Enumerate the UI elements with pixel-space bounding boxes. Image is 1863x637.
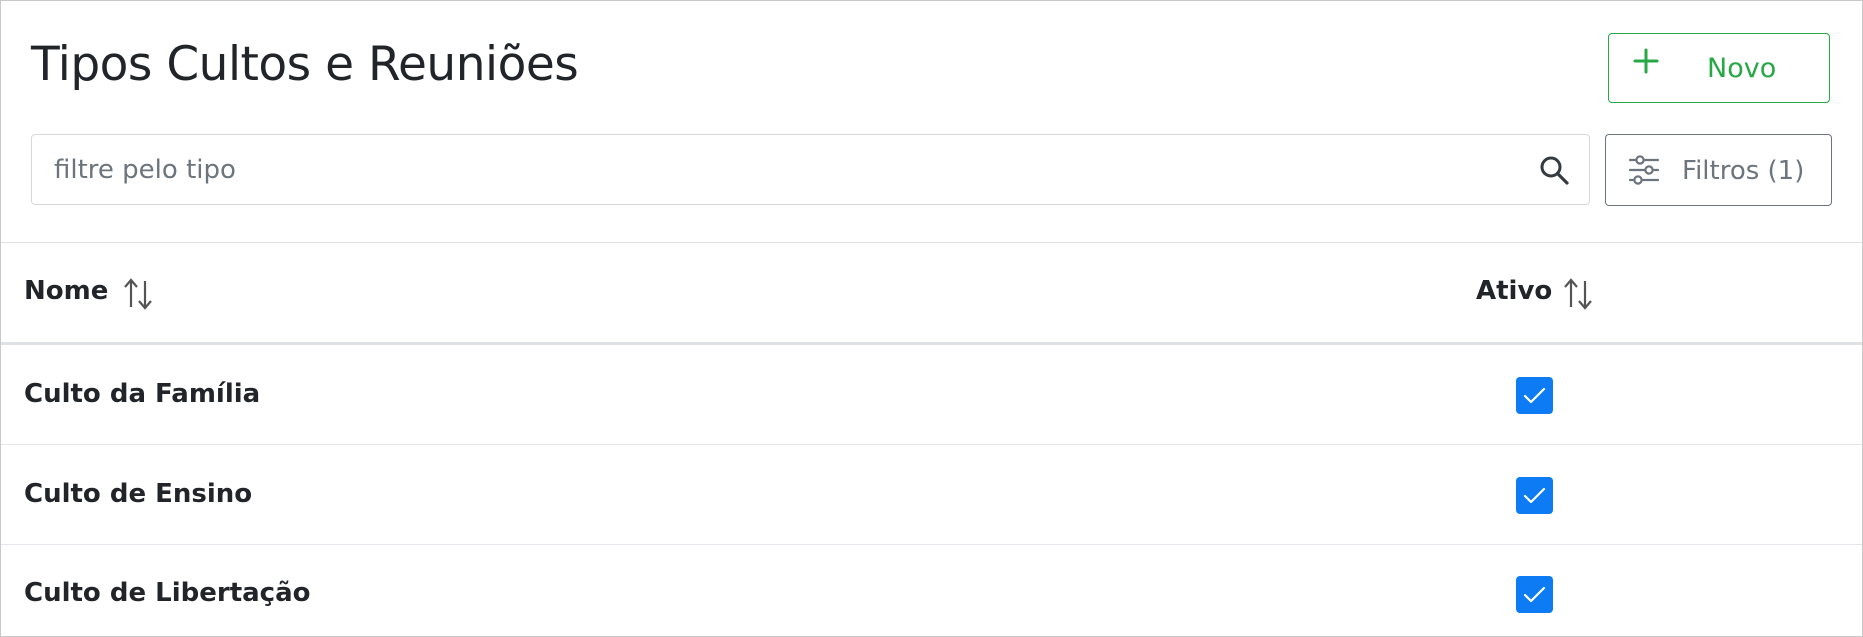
sort-arrows-icon[interactable] — [122, 277, 154, 311]
table-row[interactable]: Culto de Ensino — [1, 445, 1862, 545]
table-header: Nome Ativo — [1, 243, 1862, 342]
row-name: Culto de Libertação — [24, 578, 311, 608]
table-row[interactable]: Culto de Libertação — [1, 544, 1862, 636]
page-title: Tipos Cultos e Reuniões — [31, 37, 579, 92]
row-name: Culto da Família — [24, 379, 261, 409]
active-checkbox[interactable] — [1516, 576, 1553, 613]
search-icon[interactable] — [1539, 155, 1569, 185]
row-name: Culto de Ensino — [24, 479, 253, 509]
active-checkbox[interactable] — [1516, 477, 1553, 514]
checkmark-icon — [1523, 487, 1546, 504]
active-checkbox[interactable] — [1516, 377, 1553, 414]
sort-arrows-icon[interactable] — [1562, 277, 1594, 311]
search-input[interactable] — [32, 135, 1512, 204]
new-button-label: Novo — [1707, 53, 1777, 84]
column-header-ativo[interactable]: Ativo — [1476, 276, 1552, 306]
page-frame: Tipos Cultos e Reuniões Novo Filtros (1)… — [0, 0, 1863, 637]
new-button[interactable]: Novo — [1608, 33, 1830, 103]
plus-icon — [1633, 48, 1659, 74]
table-row[interactable]: Culto da Família — [1, 345, 1862, 445]
checkmark-icon — [1523, 387, 1546, 404]
filters-button[interactable]: Filtros (1) — [1605, 134, 1832, 206]
checkmark-icon — [1523, 586, 1546, 603]
filters-button-label: Filtros (1) — [1682, 156, 1805, 186]
search-box — [31, 134, 1590, 205]
column-header-nome[interactable]: Nome — [24, 276, 108, 306]
sliders-icon — [1628, 155, 1660, 185]
